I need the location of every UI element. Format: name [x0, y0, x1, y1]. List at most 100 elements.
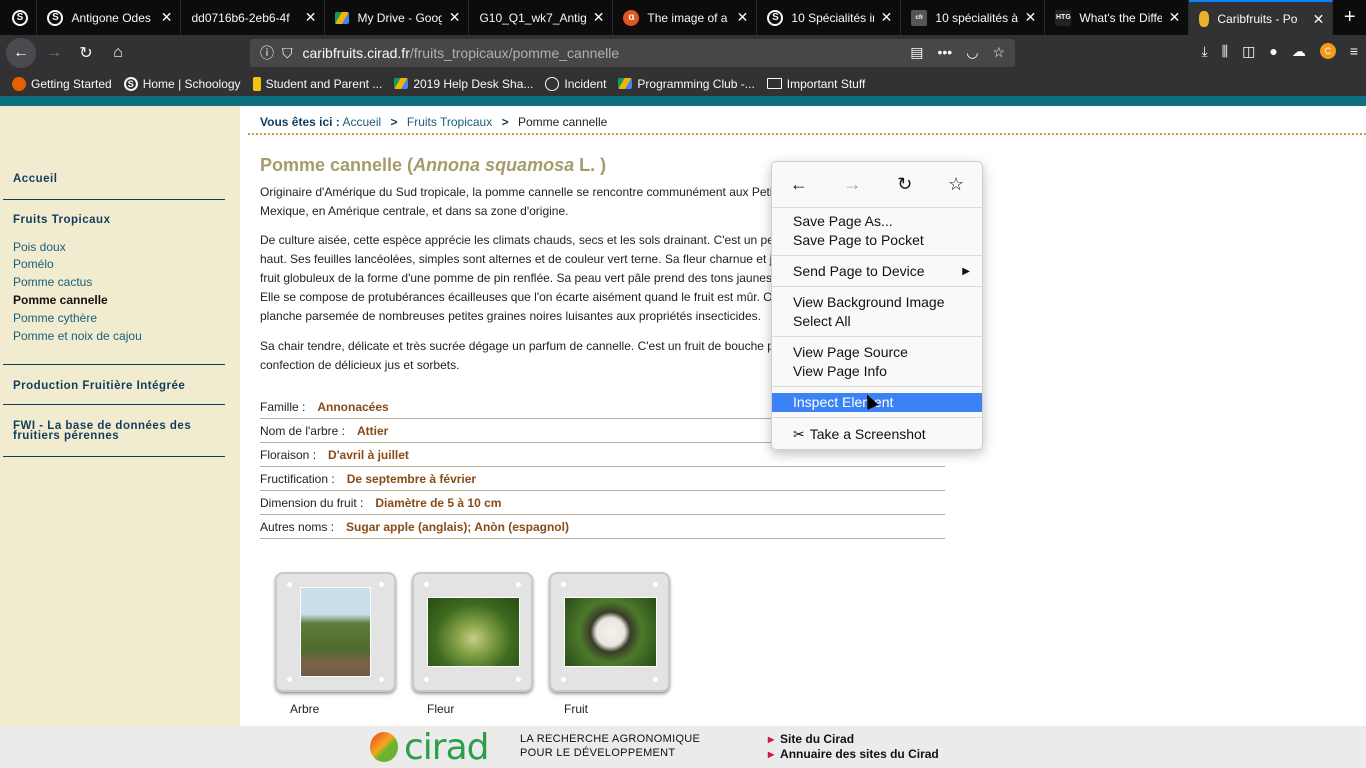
divider	[3, 199, 225, 200]
sidebar-item-fwi[interactable]: FWI - La base de données des fruitiers p…	[13, 420, 223, 442]
sidebar-submenu: Pois doux Pomélo Pomme cactus Pomme cann…	[0, 237, 240, 351]
pocket-icon[interactable]: ◡	[966, 44, 978, 61]
bookmark-item[interactable]: Incident	[545, 76, 606, 91]
sidebar-icon[interactable]: ◫	[1242, 43, 1255, 60]
coupon-extension-icon[interactable]: C	[1319, 43, 1336, 59]
home-button[interactable]: ⌂	[104, 39, 132, 67]
tab-0[interactable]: S	[0, 0, 38, 35]
gallery-thumbnail-fleur[interactable]	[412, 572, 533, 692]
menu-item-take-screenshot[interactable]: ✂ Take a Screenshot	[772, 425, 982, 444]
sidebar-item-pomme-cactus[interactable]: Pomme cactus	[13, 275, 92, 289]
paragraph-2: De culture aisée, cette espèce apprécie …	[260, 233, 774, 323]
bookmark-star-icon[interactable]: ☆	[992, 44, 1005, 61]
sidebar-item-pomelo[interactable]: Pomélo	[13, 257, 54, 271]
menu-item-save-to-pocket[interactable]: Save Page to Pocket	[772, 231, 982, 250]
bookmark-label: Programming Club -...	[637, 76, 755, 91]
tab-title: G10_Q1_wk7_Antigon	[479, 10, 587, 25]
sidebar-item-fruits-tropicaux[interactable]: Fruits Tropicaux	[13, 214, 110, 226]
download-icon[interactable]: ⤓	[1201, 43, 1207, 60]
page-actions-icon[interactable]: •••	[938, 44, 953, 61]
tab-6[interactable]: S 10 Spécialités in ✕	[757, 0, 902, 35]
tab-1[interactable]: S Antigone Odes ✕	[37, 0, 182, 35]
fruit-photo	[564, 597, 657, 667]
tab-title: My Drive - Goog	[357, 10, 443, 25]
context-menu: ← → ↻ ☆ Save Page As... Save Page to Poc…	[771, 161, 983, 450]
breadcrumb-separator: >	[390, 115, 398, 129]
back-button[interactable]: ←	[6, 38, 36, 68]
menu-item-save-page-as[interactable]: Save Page As...	[772, 212, 982, 231]
tab-8[interactable]: HTG What's the Diffe ✕	[1045, 0, 1190, 35]
bookmark-item[interactable]: Student and Parent ...	[252, 76, 382, 91]
bookmark-item[interactable]: Programming Club -...	[618, 76, 755, 91]
url-bar[interactable]: ⓘ ⛉ caribfruits.cirad.fr/fruits_tropicau…	[250, 39, 1015, 67]
tab-title: 10 spécialités à	[935, 10, 1019, 25]
extension-icon[interactable]: ☁	[1292, 43, 1306, 60]
close-icon[interactable]: ✕	[1169, 9, 1181, 26]
site-sidebar: Accueil Fruits Tropicaux Pois doux Pomél…	[0, 106, 240, 726]
folder-icon	[766, 78, 782, 89]
tab-7[interactable]: cfr 10 spécialités à ✕	[901, 0, 1046, 35]
new-tab-button[interactable]: +	[1333, 0, 1366, 35]
sidebar-item-pomme-cythere[interactable]: Pomme cythère	[13, 311, 97, 325]
close-icon[interactable]: ✕	[737, 9, 749, 26]
tree-photo	[300, 587, 371, 677]
tab-4[interactable]: G10_Q1_wk7_Antigon ✕	[469, 0, 614, 35]
bookmark-star-icon[interactable]: ☆	[948, 174, 964, 195]
divider	[3, 364, 225, 365]
forward-button[interactable]: →	[40, 39, 68, 67]
footer-links: ▸ Site du Cirad ▸ Annuaire des sites du Ci…	[768, 732, 939, 762]
close-icon[interactable]: ✕	[449, 9, 461, 26]
library-icon[interactable]: ⫼	[1222, 43, 1228, 60]
account-icon[interactable]: ●	[1269, 43, 1277, 60]
menu-icon[interactable]: ≡	[1350, 43, 1358, 60]
fact-row: Fructification : De septembre à février	[260, 467, 945, 491]
sidebar-item-pomme-noix-cajou[interactable]: Pomme et noix de cajou	[13, 329, 142, 343]
close-icon[interactable]: ✕	[1313, 11, 1325, 28]
sidebar-item-pois-doux[interactable]: Pois doux	[13, 240, 66, 254]
footer-link-annuaire[interactable]: ▸ Annuaire des sites du Cirad	[768, 747, 939, 762]
breadcrumb-home-link[interactable]: Accueil	[342, 115, 381, 129]
reload-button[interactable]: ↻	[72, 39, 100, 67]
breadcrumb-section-link[interactable]: Fruits Tropicaux	[407, 115, 492, 129]
bookmark-item[interactable]: Getting Started	[12, 76, 112, 91]
menu-item-send-to-device[interactable]: Send Page to Device ▶	[772, 262, 982, 281]
back-icon[interactable]: ←	[790, 174, 808, 195]
flower-photo	[427, 597, 520, 667]
reload-icon[interactable]: ↻	[897, 174, 912, 195]
globe-icon	[545, 76, 560, 91]
gallery-caption: Fruit	[564, 702, 588, 716]
divider	[3, 456, 225, 457]
menu-item-view-background-image[interactable]: View Background Image	[772, 293, 982, 312]
cirad-logo[interactable]: cirad	[370, 726, 490, 768]
info-icon[interactable]: ⓘ	[260, 43, 274, 63]
shield-icon[interactable]: ⛉	[282, 45, 293, 62]
gallery-thumbnail-fruit[interactable]	[549, 572, 670, 692]
google-drive-icon	[335, 11, 350, 24]
site-header-bar	[0, 96, 1366, 106]
menu-item-select-all[interactable]: Select All	[772, 312, 982, 331]
tab-5[interactable]: ɑ The image of a ✕	[613, 0, 758, 35]
bookmark-item[interactable]: 2019 Help Desk Sha...	[394, 77, 533, 91]
tab-title: What's the Diffe	[1079, 10, 1163, 25]
close-icon[interactable]: ✕	[305, 9, 317, 26]
gallery-thumbnail-arbre[interactable]	[275, 572, 396, 692]
bookmark-item[interactable]: S Home | Schoology	[123, 76, 241, 91]
tab-title: dd0716b6-2eb6-4f	[191, 10, 290, 25]
tab-9-active[interactable]: Caribfruits - Po ✕	[1189, 0, 1334, 35]
dotted-divider	[248, 133, 1366, 135]
sidebar-item-accueil[interactable]: Accueil	[13, 173, 57, 185]
close-icon[interactable]: ✕	[1025, 9, 1037, 26]
menu-item-view-page-info[interactable]: View Page Info	[772, 362, 982, 381]
tab-3[interactable]: My Drive - Goog ✕	[325, 0, 470, 35]
close-icon[interactable]: ✕	[593, 9, 605, 26]
forward-icon[interactable]: →	[844, 174, 862, 195]
menu-item-view-page-source[interactable]: View Page Source	[772, 343, 982, 362]
bookmark-folder[interactable]: Important Stuff	[766, 77, 865, 91]
sidebar-item-pomme-cannelle[interactable]: Pomme cannelle	[13, 293, 108, 307]
close-icon[interactable]: ✕	[161, 9, 173, 26]
reader-view-icon[interactable]: ▤	[910, 44, 923, 61]
footer-link-site[interactable]: ▸ Site du Cirad	[768, 732, 939, 747]
close-icon[interactable]: ✕	[881, 9, 893, 26]
tab-2[interactable]: dd0716b6-2eb6-4f ✕	[181, 0, 326, 35]
sidebar-item-production[interactable]: Production Fruitière Intégrée	[13, 380, 185, 392]
